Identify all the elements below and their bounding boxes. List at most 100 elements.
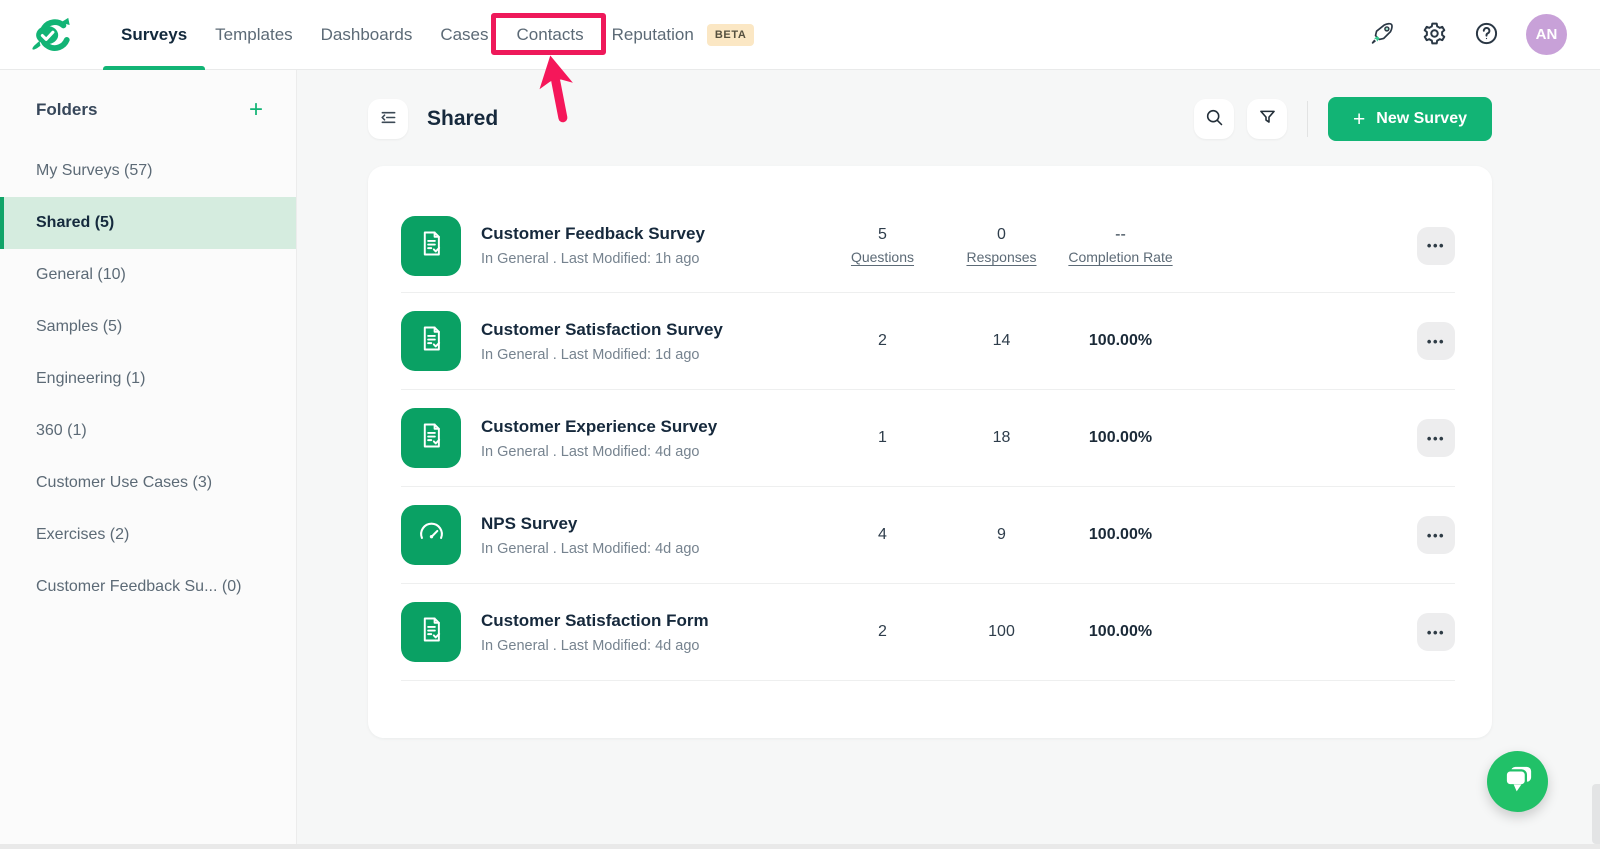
questions-stat: 1	[823, 429, 942, 447]
survey-row[interactable]: NPS Survey In General . Last Modified: 4…	[401, 487, 1455, 584]
nav-item-reputation[interactable]: Reputation BETA	[612, 0, 755, 70]
ellipsis-icon: •••	[1426, 527, 1446, 543]
row-more-options-button[interactable]: •••	[1417, 516, 1455, 554]
settings-button[interactable]	[1422, 21, 1447, 49]
survey-type-icon[interactable]	[401, 505, 461, 565]
nav-item-label: Surveys	[121, 24, 188, 44]
ellipsis-icon: •••	[1426, 624, 1446, 640]
search-button[interactable]	[1194, 99, 1235, 139]
ellipsis-icon: •••	[1426, 238, 1446, 253]
collapse-panel-icon	[378, 107, 399, 131]
questions-value: 4	[878, 526, 887, 543]
sidebar-item-label: Exercises (2)	[36, 526, 130, 543]
survey-info[interactable]: Customer Satisfaction Form In General . …	[481, 611, 823, 654]
survey-info[interactable]: Customer Feedback Survey In General . La…	[481, 224, 823, 267]
survey-info[interactable]: Customer Satisfaction Survey In General …	[481, 320, 823, 363]
survey-title: Customer Experience Survey	[481, 416, 718, 436]
completion-value: --	[1115, 226, 1126, 243]
row-more-options-button[interactable]: •••	[1417, 419, 1455, 457]
survey-type-icon[interactable]	[401, 311, 461, 371]
nav-item-label: Cases	[440, 24, 489, 44]
survey-info[interactable]: NPS Survey In General . Last Modified: 4…	[481, 514, 823, 557]
questions-label[interactable]: Questions	[823, 249, 942, 265]
ellipsis-icon: •••	[1426, 333, 1446, 349]
survey-type-icon[interactable]	[401, 408, 461, 468]
survey-meta: In General . Last Modified: 1d ago	[481, 346, 700, 363]
completion-value: 100.00%	[1088, 332, 1153, 349]
user-avatar[interactable]: AN	[1526, 14, 1567, 55]
responses-value: 0	[997, 226, 1006, 243]
folders-sidebar: Folders + My Surveys (57) Shared (5) Gen…	[0, 70, 297, 844]
survey-meta: In General . Last Modified: 4d ago	[481, 637, 700, 654]
filter-button[interactable]	[1247, 99, 1288, 139]
new-survey-button[interactable]: + New Survey	[1328, 97, 1492, 141]
sidebar-item-my-surveys[interactable]: My Surveys (57)	[0, 145, 296, 197]
sidebar-item-samples[interactable]: Samples (5)	[0, 301, 296, 353]
responses-stat: 18	[942, 429, 1061, 447]
question-circle-icon	[1474, 21, 1499, 49]
nav-item-surveys[interactable]: Surveys	[102, 0, 206, 70]
completion-value: 100.00%	[1088, 526, 1153, 543]
nav-item-contacts[interactable]: Contacts	[490, 0, 606, 122]
completion-label[interactable]: Completion Rate	[1061, 249, 1180, 265]
sidebar-item-360[interactable]: 360 (1)	[0, 405, 296, 457]
completion-stat: -- Completion Rate	[1061, 226, 1180, 265]
questions-stat: 4	[823, 526, 942, 544]
questions-value: 2	[878, 332, 887, 349]
sidebar-item-exercises[interactable]: Exercises (2)	[0, 509, 296, 561]
document-check-icon	[416, 323, 447, 359]
sidebar-item-engineering[interactable]: Engineering (1)	[0, 353, 296, 405]
survey-row[interactable]: Customer Satisfaction Survey In General …	[401, 293, 1455, 390]
ellipsis-icon: •••	[1426, 430, 1446, 446]
folders-header: Folders +	[0, 98, 296, 122]
completion-value: 100.00%	[1088, 429, 1153, 446]
survey-row[interactable]: Customer Experience Survey In General . …	[401, 390, 1455, 487]
chat-widget-button[interactable]	[1487, 751, 1548, 812]
survey-row[interactable]: Customer Satisfaction Form In General . …	[401, 584, 1455, 681]
chat-bubbles-icon	[1497, 759, 1539, 804]
sidebar-item-customer-feedback-su[interactable]: Customer Feedback Su... (0)	[0, 561, 296, 613]
search-icon	[1204, 107, 1225, 131]
beta-badge: BETA	[706, 23, 755, 46]
sidebar-item-general[interactable]: General (10)	[0, 249, 296, 301]
survey-title: NPS Survey	[481, 513, 578, 533]
sidebar-item-label: Customer Use Cases (3)	[36, 474, 213, 491]
whats-new-rocket-button[interactable]	[1370, 21, 1395, 49]
sidebar-item-label: 360 (1)	[36, 422, 87, 439]
surveysparrow-logo-icon[interactable]	[28, 14, 74, 56]
nav-item-label: Reputation	[611, 24, 694, 44]
questions-value: 5	[878, 226, 887, 243]
responses-value: 18	[992, 429, 1011, 446]
completion-stat: 100.00%	[1061, 332, 1180, 350]
rocket-icon	[1370, 21, 1395, 49]
survey-type-icon[interactable]	[401, 602, 461, 662]
survey-info[interactable]: Customer Experience Survey In General . …	[481, 417, 823, 460]
nav-item-templates[interactable]: Templates	[215, 0, 292, 70]
sidebar-item-shared[interactable]: Shared (5)	[0, 197, 296, 249]
survey-title: Customer Satisfaction Form	[481, 610, 709, 630]
add-folder-button[interactable]: +	[249, 98, 263, 122]
nav-item-dashboards[interactable]: Dashboards	[321, 0, 413, 70]
questions-stat: 2	[823, 623, 942, 641]
responses-stat: 14	[942, 332, 1061, 350]
survey-meta: In General . Last Modified: 4d ago	[481, 540, 700, 557]
row-more-options-button[interactable]: •••	[1417, 226, 1455, 265]
survey-row[interactable]: Customer Feedback Survey In General . La…	[401, 199, 1455, 293]
help-button[interactable]	[1474, 21, 1499, 49]
window-bottom-edge	[0, 844, 1600, 849]
responses-label[interactable]: Responses	[942, 249, 1061, 265]
survey-meta: In General . Last Modified: 1h ago	[481, 251, 700, 267]
responses-stat: 0 Responses	[942, 226, 1061, 265]
sidebar-item-label: General (10)	[36, 266, 126, 283]
collapse-sidebar-button[interactable]	[368, 99, 408, 139]
survey-type-icon[interactable]	[401, 215, 461, 276]
top-navigation-bar: Surveys Templates Dashboards Cases Conta…	[0, 0, 1600, 122]
row-more-options-button[interactable]: •••	[1417, 322, 1455, 360]
scrollbar-thumb[interactable]	[1592, 784, 1600, 844]
responses-stat: 100	[942, 623, 1061, 641]
sidebar-item-customer-use-cases[interactable]: Customer Use Cases (3)	[0, 457, 296, 509]
plus-icon: +	[1353, 107, 1366, 131]
document-check-icon	[416, 614, 447, 650]
row-more-options-button[interactable]: •••	[1417, 613, 1455, 651]
nav-item-cases[interactable]: Cases	[440, 0, 488, 70]
